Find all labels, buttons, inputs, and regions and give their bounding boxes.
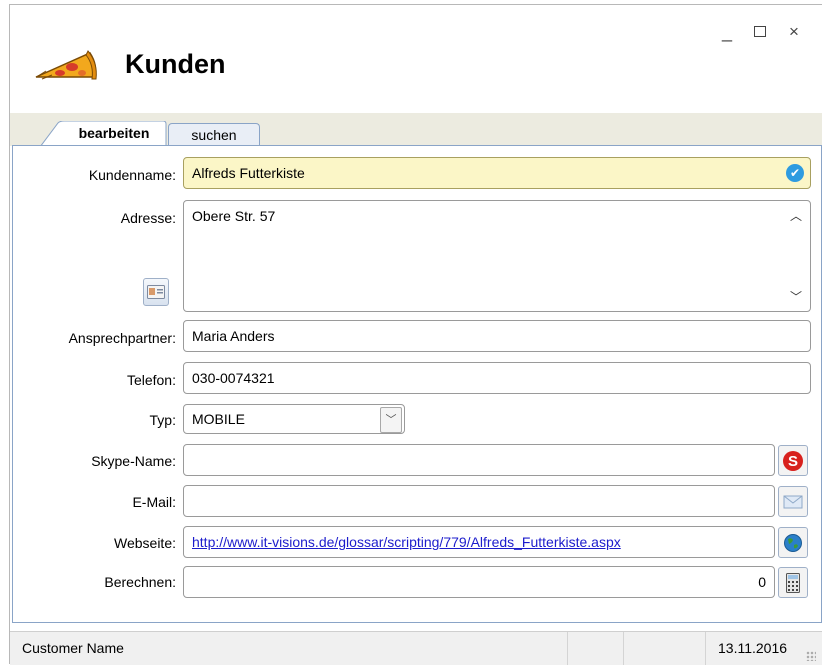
edit-panel: Kundenname: Alfreds Futterkiste ✔ Adress… [12,145,822,623]
webseite-field[interactable]: http://www.it-visions.de/glossar/scripti… [183,526,775,558]
globe-icon [784,534,802,552]
email-button[interactable] [778,486,808,517]
status-text: Customer Name [10,632,568,665]
contact-card-button[interactable] [143,278,169,306]
typ-value: MOBILE [192,411,245,427]
contact-card-icon [147,285,165,299]
resize-grip-icon[interactable] [806,651,816,661]
typ-select[interactable]: MOBILE ﹀ [183,404,405,434]
adresse-value: Obere Str. 57 [192,208,276,224]
adresse-label: Adresse: [120,210,176,226]
berechnen-field[interactable]: 0 [183,566,775,598]
status-cell-empty-2 [624,632,706,665]
telefon-label: Telefon: [126,372,176,388]
telefon-field[interactable]: 030-0074321 [183,362,811,394]
email-field[interactable] [183,485,775,517]
status-cell-empty-1 [568,632,624,665]
skype-label: Skype-Name: [91,453,176,469]
scroll-up-icon[interactable]: ︿ [790,207,802,224]
kundenname-value: Alfreds Futterkiste [192,165,305,181]
window-title: Kunden [125,49,226,79]
calculator-button[interactable] [778,567,808,598]
skype-icon: S [783,451,803,471]
skype-button[interactable]: S [778,445,808,476]
email-label: E-Mail: [132,494,176,510]
adresse-textarea[interactable]: Obere Str. 57 ︿ ﹀ [183,200,811,312]
maximize-button[interactable] [754,26,766,37]
ansprechpartner-field[interactable]: Maria Anders [183,320,811,352]
envelope-icon [783,495,803,509]
tab-suchen[interactable]: suchen [168,123,260,147]
pizza-icon [35,50,97,80]
close-button[interactable]: × [789,23,799,41]
skype-field[interactable] [183,444,775,476]
tab-bearbeiten[interactable]: bearbeiten [64,121,164,146]
tab-strip: bearbeiten suchen [10,113,822,147]
title-bar: Kunden _ × [10,5,822,113]
check-icon: ✔ [786,164,804,182]
status-bar: Customer Name 13.11.2016 [10,631,822,665]
typ-label: Typ: [149,412,176,428]
customer-window: Kunden _ × bearbeiten suchen Kundenname:… [9,4,822,665]
web-button[interactable] [778,527,808,558]
kundenname-label: Kundenname: [88,167,176,183]
scroll-down-icon[interactable]: ﹀ [790,288,802,305]
minimize-button[interactable]: _ [722,23,732,41]
calculator-icon [786,573,800,593]
kundenname-field[interactable]: Alfreds Futterkiste ✔ [183,157,811,189]
ansprechpartner-label: Ansprechpartner: [68,330,176,346]
berechnen-label: Berechnen: [104,574,176,590]
chevron-down-icon[interactable]: ﹀ [380,407,402,433]
status-date: 13.11.2016 [718,640,788,656]
webseite-label: Webseite: [114,535,176,551]
svg-text:S: S [788,453,798,470]
